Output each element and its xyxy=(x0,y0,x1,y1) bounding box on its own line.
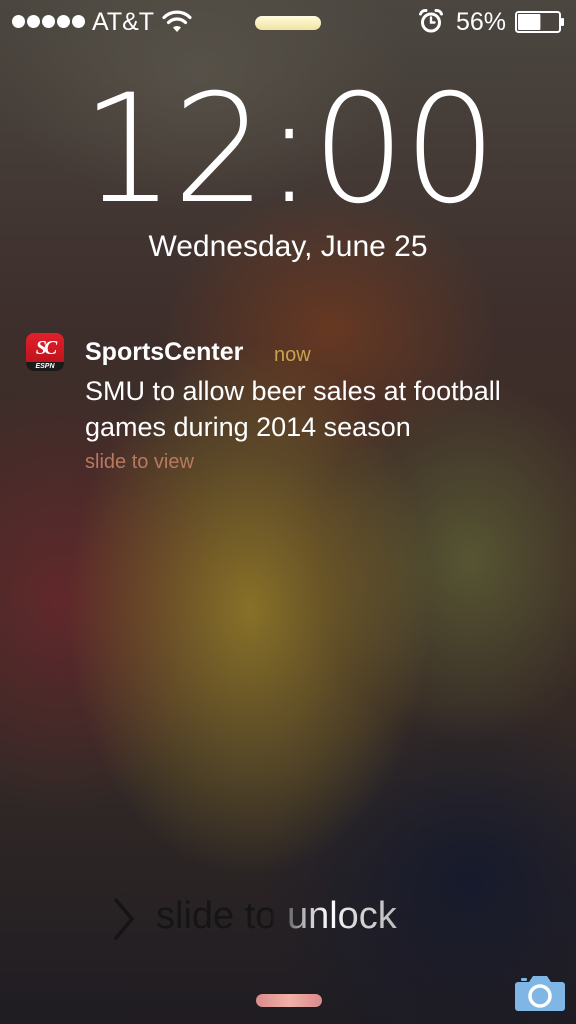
battery-icon xyxy=(515,11,564,33)
slide-to-unlock-label: slide to unlock xyxy=(156,895,397,937)
chevron-right-icon xyxy=(114,898,134,940)
lock-screen-date: Wednesday, June 25 xyxy=(148,230,428,263)
status-bar: AT&T 56% xyxy=(0,0,576,42)
slide-to-unlock[interactable]: slide to unlock xyxy=(112,895,472,945)
lock-screen-clock: 12:00 xyxy=(0,75,576,225)
camera-icon[interactable] xyxy=(514,970,566,1012)
notification-slide-to-view[interactable]: slide to view xyxy=(85,451,194,474)
signal-strength-icon xyxy=(12,15,85,28)
alarm-clock-icon xyxy=(419,8,443,33)
notification-center-grabber[interactable] xyxy=(255,16,321,30)
notification-app-name: SportsCenter xyxy=(85,338,244,366)
app-icon-logo-text: SC xyxy=(35,337,57,359)
notification-time: now xyxy=(274,344,311,366)
carrier-name: AT&T xyxy=(92,8,155,36)
sportscenter-app-icon: SC ESPN xyxy=(26,333,64,371)
clock-time: 12:00 xyxy=(81,63,497,237)
app-icon-espn-bar: ESPN xyxy=(26,362,64,371)
battery-percentage: 56% xyxy=(456,8,507,36)
notification[interactable]: SC ESPN SportsCenter now SMU to allow be… xyxy=(26,333,556,483)
notification-message: SMU to allow beer sales at football game… xyxy=(85,376,501,442)
wifi-icon xyxy=(162,10,192,32)
control-center-grabber[interactable] xyxy=(256,994,322,1007)
